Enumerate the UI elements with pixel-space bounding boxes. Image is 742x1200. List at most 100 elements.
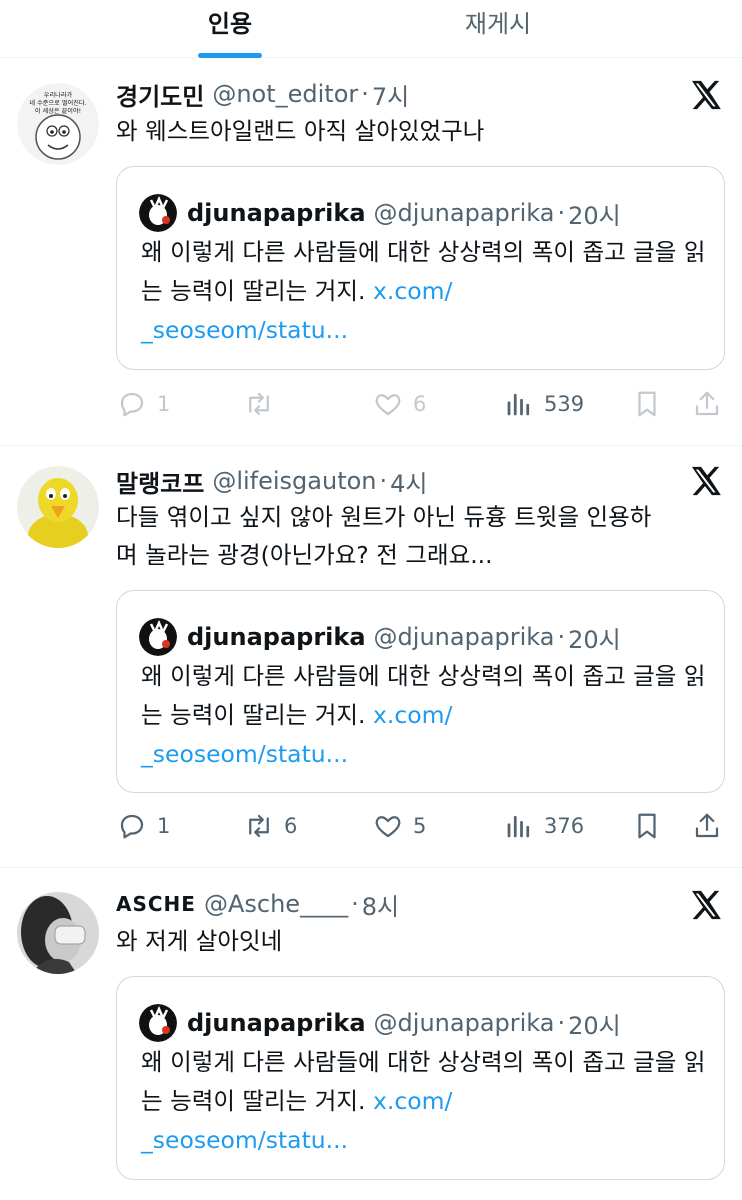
tweet-3[interactable]: ASCHE @Asche____ · 8시 와 저게 살아잇네 djunapap… (0, 868, 742, 1200)
quoted-link-part2[interactable]: _seoseom/statu... (141, 316, 348, 344)
avatar[interactable] (17, 892, 99, 974)
display-name[interactable]: 말랭코프 (116, 464, 204, 499)
quoted-tweet-header: djunapaprika @djunapaprika · 20시 (139, 617, 621, 657)
quoted-avatar (139, 618, 177, 656)
display-name[interactable]: ASCHE (116, 892, 196, 916)
separator-dot: · (557, 623, 566, 651)
tweet-1[interactable]: 우리나라가 네 수준으로 떨어진다. 이 세상은 끝이야! 경기도민 @not_… (0, 58, 742, 446)
like-count: 5 (413, 814, 427, 838)
share-button[interactable] (692, 806, 722, 846)
quoted-link-part2[interactable]: _seoseom/statu... (141, 740, 348, 768)
separator-dot: · (557, 199, 566, 227)
user-handle[interactable]: @not_editor (212, 80, 358, 108)
like-icon (375, 816, 401, 838)
repost-button[interactable]: 6 (244, 806, 297, 846)
bookmark-button[interactable] (632, 806, 662, 846)
reply-button[interactable]: 1 (117, 806, 170, 846)
quoted-tweet-text: 왜 이렇게 다른 사람들에 대한 상상력의 폭이 좁고 글을 읽는 능력이 딸리… (141, 233, 711, 350)
tweet-header: 말랭코프 @lifeisgauton · 4시 (116, 463, 428, 499)
quoted-tweet-header: djunapaprika @djunapaprika · 20시 (139, 1003, 621, 1043)
tweet-text-line-2: 며 놀라는 광경(아닌가요? 전 그래요... (116, 541, 493, 569)
quoted-tweet-text: 왜 이렇게 다른 사람들에 대한 상상력의 폭이 좁고 글을 읽는 능력이 딸리… (141, 1043, 711, 1160)
tweet-text-line-1: 다들 엮이고 싶지 않아 원트가 아닌 듀흉 트윗을 인용하 (116, 503, 652, 531)
quoted-link-part2[interactable]: _seoseom/statu... (141, 1126, 348, 1154)
timestamp[interactable]: 7시 (372, 77, 409, 112)
separator-dot: · (361, 80, 369, 108)
user-handle[interactable]: @Asche____ (204, 890, 348, 918)
like-icon (375, 394, 401, 416)
reply-count: 1 (157, 392, 171, 416)
quoted-link-part1[interactable]: x.com/ (373, 277, 453, 305)
share-button[interactable] (692, 384, 722, 424)
quoted-display-name: djunapaprika (187, 623, 366, 651)
quoted-tweet-header: djunapaprika @djunapaprika · 20시 (139, 193, 621, 233)
x-logo-icon[interactable] (688, 78, 722, 112)
share-icon (695, 391, 719, 416)
x-logo-icon[interactable] (688, 888, 722, 922)
views-button[interactable]: 539 (504, 384, 584, 424)
avatar-caption-3: 이 세상은 끝이야! (35, 107, 81, 115)
bookmark-icon (638, 813, 656, 839)
views-count: 376 (544, 814, 585, 838)
quoted-avatar (139, 1004, 177, 1042)
tweet-actions: 1 6 5 376 (0, 806, 742, 846)
timestamp[interactable]: 4시 (390, 464, 427, 499)
avatar-yellow-bird-image (17, 466, 99, 548)
views-button[interactable]: 376 (504, 806, 584, 846)
avatar[interactable]: 우리나라가 네 수준으로 떨어진다. 이 세상은 끝이야! (17, 83, 99, 165)
bookmark-button[interactable] (632, 384, 662, 424)
tweet-2[interactable]: 말랭코프 @lifeisgauton · 4시 다들 엮이고 싶지 않아 원트가… (0, 446, 742, 868)
separator-dot: · (557, 1009, 566, 1037)
avatar-caption-1: 우리나라가 (44, 91, 73, 99)
quoted-user-handle: @djunapaprika (373, 199, 555, 227)
x-logo-icon[interactable] (688, 464, 722, 498)
repost-count: 6 (284, 814, 298, 838)
views-icon (507, 393, 530, 416)
user-handle[interactable]: @lifeisgauton (212, 467, 376, 495)
display-name[interactable]: 경기도민 (116, 77, 204, 112)
timestamp[interactable]: 8시 (362, 887, 399, 922)
quoted-user-handle: @djunapaprika (373, 623, 555, 651)
separator-dot: · (379, 467, 388, 495)
views-icon (507, 815, 530, 838)
quoted-tweet-card[interactable]: djunapaprika @djunapaprika · 20시 왜 이렇게 다… (116, 166, 725, 370)
repost-button[interactable] (244, 384, 284, 424)
repost-icon (249, 814, 269, 838)
quoted-avatar (139, 194, 177, 232)
avatar-person-photo (17, 892, 99, 974)
quoted-user-handle: @djunapaprika (373, 1009, 555, 1037)
avatar[interactable] (17, 466, 99, 548)
avatar-doraemon-meme-image: 우리나라가 네 수준으로 떨어진다. 이 세상은 끝이야! (17, 83, 99, 165)
tweet-text: 와 저게 살아잇네 (116, 927, 283, 955)
quoted-timestamp: 20시 (568, 1011, 621, 1040)
quoted-tweet-card[interactable]: djunapaprika @djunapaprika · 20시 왜 이렇게 다… (116, 590, 725, 793)
tab-reposts[interactable]: 재게시 (398, 0, 598, 58)
tweet-header: 경기도민 @not_editor · 7시 (116, 76, 409, 112)
share-icon (695, 813, 719, 838)
quoted-timestamp: 20시 (568, 201, 621, 230)
reply-button[interactable]: 1 (117, 384, 170, 424)
tweet-header: ASCHE @Asche____ · 8시 (116, 886, 399, 922)
tweet-text: 다들 엮이고 싶지 않아 원트가 아닌 듀흉 트윗을 인용하 며 놀라는 광경(… (116, 498, 716, 574)
quoted-tweet-card[interactable]: djunapaprika @djunapaprika · 20시 왜 이렇게 다… (116, 976, 725, 1180)
quoted-link-part1[interactable]: x.com/ (373, 701, 453, 729)
quoted-link-part1[interactable]: x.com/ (373, 1087, 453, 1115)
quoted-display-name: djunapaprika (187, 1009, 366, 1037)
reply-icon (120, 814, 144, 839)
tweet-text: 와 웨스트아일랜드 아직 살아있었구나 (116, 117, 485, 145)
like-button[interactable]: 6 (373, 384, 426, 424)
tweet-actions: 1 6 539 (0, 384, 742, 424)
tab-bar: 인용 재게시 (0, 0, 742, 58)
like-button[interactable]: 5 (373, 806, 426, 846)
reply-count: 1 (157, 814, 171, 838)
repost-icon (249, 392, 269, 416)
views-count: 539 (544, 392, 585, 416)
avatar-caption-2: 네 수준으로 떨어진다. (29, 99, 86, 107)
quoted-display-name: djunapaprika (187, 199, 366, 227)
quoted-timestamp: 20시 (568, 625, 621, 654)
bookmark-icon (638, 391, 656, 417)
tab-quotes[interactable]: 인용 (130, 0, 330, 58)
like-count: 6 (413, 392, 427, 416)
reply-icon (120, 392, 144, 417)
quoted-tweet-text: 왜 이렇게 다른 사람들에 대한 상상력의 폭이 좁고 글을 읽는 능력이 딸리… (141, 657, 711, 774)
